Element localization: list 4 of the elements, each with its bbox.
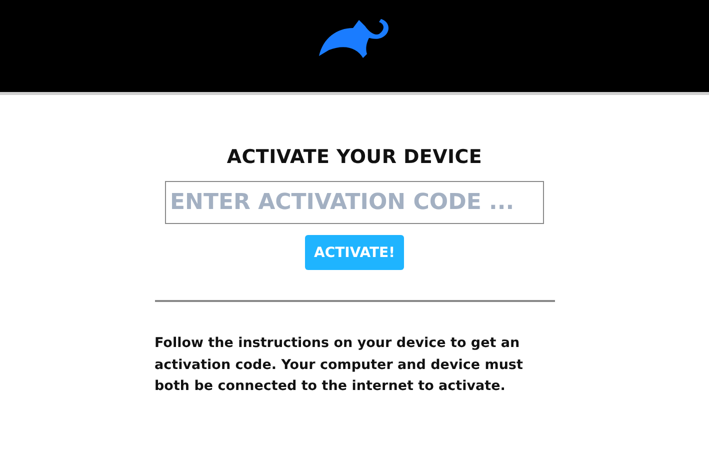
activation-code-field[interactable]: ENTER ACTIVATION CODE ... — [165, 181, 544, 224]
activate-button[interactable]: ACTIVATE! — [305, 235, 404, 270]
page-title: ACTIVATE YOUR DEVICE — [226, 146, 482, 168]
instructions-text: Follow the instructions on your device to get an activation code. Your computer and device must both be connected to the internet to activate. — [154, 334, 524, 396]
